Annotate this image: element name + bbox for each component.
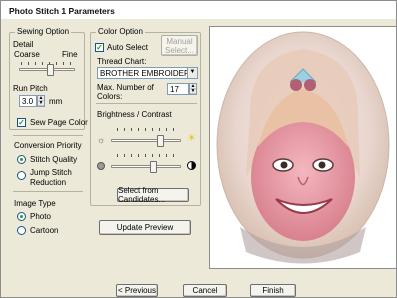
cartoon-radio[interactable]: [17, 226, 26, 235]
photo-radio[interactable]: [17, 212, 26, 221]
conversion-priority-title: Conversion Priority: [14, 141, 82, 150]
contrast-slider-track[interactable]: [111, 165, 181, 168]
previous-button[interactable]: < Previous: [116, 284, 158, 297]
coarse-label: Coarse: [14, 50, 40, 59]
contrast-slider-thumb[interactable]: [150, 161, 157, 173]
run-pitch-input[interactable]: 3.0: [19, 95, 37, 107]
manual-select-button[interactable]: Manual Select...: [161, 35, 198, 56]
brightness-ticks: [117, 128, 177, 131]
max-colors-label: Max. Number of Colors:: [97, 83, 154, 101]
detail-slider-thumb[interactable]: [46, 64, 54, 76]
thread-chart-value: BROTHER EMBROIDERY: [100, 69, 195, 78]
sew-page-color-checkbox[interactable]: ✓: [17, 118, 26, 127]
detail-label: Detail: [13, 40, 34, 49]
brightness-slider-thumb[interactable]: [157, 135, 164, 147]
fine-label: Fine: [62, 50, 78, 59]
stitch-quality-label[interactable]: Stitch Quality: [30, 155, 77, 165]
update-preview-button[interactable]: Update Preview: [99, 220, 191, 235]
auto-select-label[interactable]: Auto Select: [107, 43, 148, 53]
cancel-label: Cancel: [192, 286, 218, 295]
sewing-option-title: Sewing Option: [15, 27, 72, 37]
image-type-separator: [13, 191, 83, 192]
brightness-slider-track[interactable]: [111, 139, 181, 142]
photo-label[interactable]: Photo: [30, 212, 51, 222]
image-type-title: Image Type: [14, 199, 56, 208]
manual-select-label: Manual Select...: [165, 36, 194, 55]
jump-stitch-radio[interactable]: [17, 171, 26, 180]
previous-label: < Previous: [117, 286, 157, 295]
color-option-title: Color Option: [96, 27, 145, 37]
spin-down-icon[interactable]: ▼: [190, 89, 196, 94]
update-preview-label: Update Preview: [116, 223, 174, 232]
preview-pane: [209, 26, 397, 269]
max-colors-spinner[interactable]: ▲ ▼: [189, 83, 197, 95]
run-pitch-label: Run Pitch: [13, 84, 48, 93]
spin-down-icon[interactable]: ▼: [38, 101, 44, 106]
jump-stitch-label[interactable]: Jump Stitch Reduction: [30, 168, 78, 188]
thread-chart-select[interactable]: BROTHER EMBROIDERY: [97, 67, 198, 79]
finish-label: Finish: [262, 286, 284, 295]
cartoon-label[interactable]: Cartoon: [30, 226, 58, 236]
contrast-ticks: [117, 154, 177, 157]
embroidery-preview-image: [216, 31, 390, 264]
auto-select-checkbox[interactable]: ✓: [95, 43, 104, 52]
select-from-candidates-button[interactable]: Select from Candidates...: [117, 186, 189, 204]
circle-half-icon: [187, 161, 196, 170]
window-title: Photo Stitch 1 Parameters: [1, 1, 396, 19]
thread-chart-label: Thread Chart:: [97, 57, 147, 66]
max-colors-input[interactable]: 17: [167, 83, 189, 95]
chevron-down-icon[interactable]: ▼: [187, 68, 197, 78]
run-pitch-unit: mm: [49, 97, 63, 106]
sew-page-color-label[interactable]: Sew Page Color: [30, 118, 88, 128]
photo-stitch-dialog: Photo Stitch 1 Parameters Sewing Option …: [0, 0, 397, 298]
brightness-separator: [96, 103, 197, 104]
circle-gray-icon: [97, 162, 105, 170]
cancel-button[interactable]: Cancel: [183, 284, 227, 297]
run-pitch-spinner[interactable]: ▲ ▼: [37, 95, 45, 107]
conversion-separator: [13, 135, 83, 136]
brightness-contrast-label: Brightness / Contrast: [97, 110, 172, 119]
stitch-quality-radio[interactable]: [17, 155, 26, 164]
select-from-candidates-label: Select from Candidates...: [118, 186, 166, 204]
finish-button[interactable]: Finish: [250, 284, 296, 297]
sun-bright-icon: ☀: [187, 133, 196, 144]
sun-small-icon: ☼: [97, 135, 106, 145]
